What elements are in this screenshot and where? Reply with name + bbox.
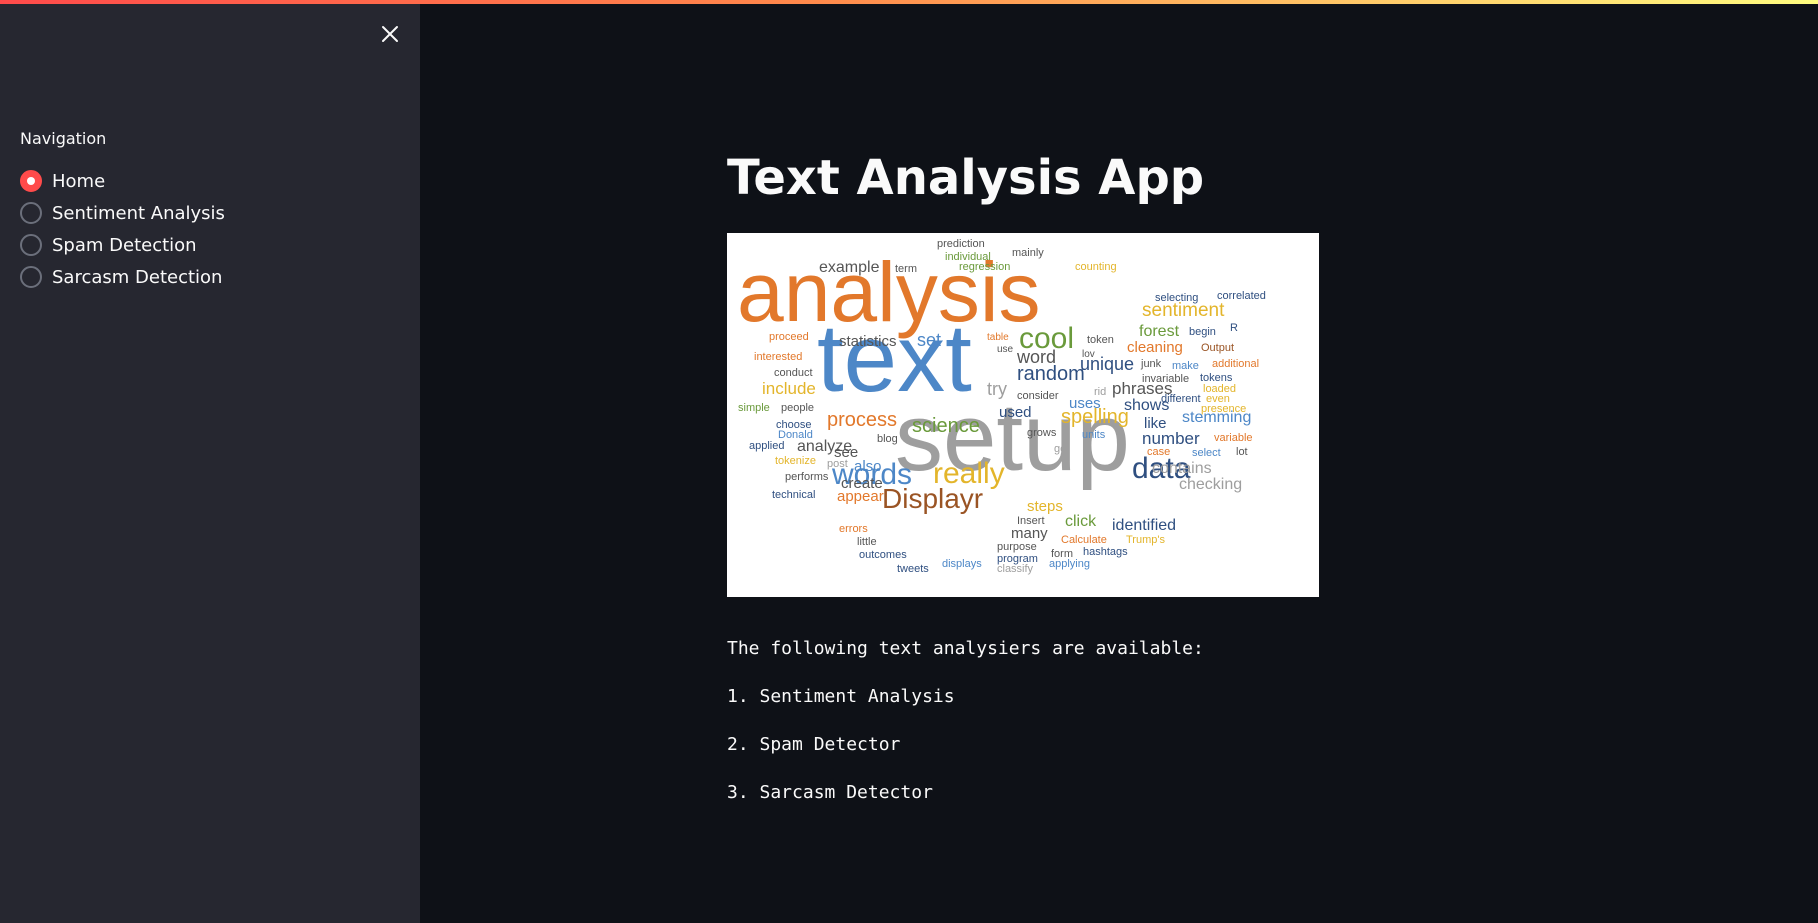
sidebar: Navigation Home Sentiment Analysis Spam … [0,0,420,923]
nav-option-label: Home [52,170,106,192]
word-cloud-word: tweets [897,563,929,575]
word-cloud-word: post [827,458,848,470]
word-cloud-word: tokenize [775,455,816,467]
nav-option-label: Sentiment Analysis [52,202,225,224]
word-cloud-word: different [1161,393,1201,405]
word-cloud-word: hashtags [1083,546,1128,558]
word-cloud-word: forest [1139,323,1180,340]
word-cloud-word: try [987,379,1007,399]
word-cloud-word: consider [1017,390,1059,402]
word-cloud-word: people [781,402,814,414]
word-cloud-word: Displayr [882,483,983,514]
word-cloud-word: select [1192,447,1221,459]
word-cloud-word: case [1147,446,1170,458]
word-cloud-word: Trump's [1126,534,1165,546]
top-decoration-stripe [0,0,1818,4]
word-cloud-word: Calculate [1061,534,1107,546]
word-cloud-word: set [917,330,941,350]
navigation-radio-group: Home Sentiment Analysis Spam Detection S… [20,165,225,293]
list-item-3: 3. Sarcasm Detector [727,782,933,803]
word-cloud-word: appear [837,488,884,505]
word-cloud-word: table [987,332,1009,343]
word-cloud-image: analysis text setup data words really Displayr… [727,233,1319,597]
word-cloud-word: begin [1189,326,1216,338]
word-cloud-word: junk [1140,358,1162,370]
navigation-label: Navigation [20,129,107,148]
word-cloud-word: additional [1212,358,1259,370]
word-cloud-word: interested [754,351,802,363]
word-cloud-word: like [1144,415,1167,432]
nav-option-sentiment-analysis[interactable]: Sentiment Analysis [20,197,225,229]
list-item-2: 2. Spam Detector [727,734,901,755]
nav-option-home[interactable]: Home [20,165,225,197]
word-cloud-word: invariable [1142,373,1189,385]
word-cloud-word: little [857,536,877,548]
word-cloud-word: performs [785,471,829,483]
word-cloud-word: units [1082,429,1106,441]
word-cloud-word: process [827,409,897,431]
radio-checked-icon[interactable] [20,170,42,192]
word-cloud-word: make [1172,360,1199,372]
word-cloud-word: conduct [774,367,813,379]
word-cloud-word: proceed [769,331,809,343]
list-item-1: 1. Sentiment Analysis [727,686,955,707]
word-cloud-word: many [1011,525,1048,542]
word-cloud-word: presence [1201,403,1246,415]
word-cloud-word: used [999,404,1032,421]
word-cloud-word: word [1016,347,1056,367]
word-cloud-word: rid [1094,386,1106,398]
word-cloud-word: example [819,259,880,276]
word-cloud-graphic: analysistextsetup datawords reallyDisplayr… [737,238,1266,575]
close-sidebar-button[interactable] [378,22,402,46]
word-cloud-word: technical [772,489,815,501]
page-title: Text Analysis App [727,150,1205,206]
word-cloud-word: simple [738,402,770,414]
word-cloud-word: form [1051,548,1073,560]
word-cloud-word: mainly [1012,247,1044,259]
word-cloud-word: lot [1236,446,1248,458]
word-cloud-word: program [997,553,1038,565]
word-cloud-word: use [997,344,1014,355]
word-cloud-word: statistics [839,333,897,350]
word-cloud-word: R [1230,322,1238,334]
word-cloud-word: include [762,379,816,398]
word-cloud-word: purpose [997,541,1037,553]
word-cloud-word: correlated [1217,290,1266,302]
word-cloud-word: get [1054,443,1069,455]
word-cloud-word: selecting [1155,292,1198,304]
word-cloud-word: prediction [937,238,985,250]
word-cloud-word: Insert [1017,515,1045,527]
close-icon [382,26,398,42]
nav-option-label: Spam Detection [52,234,197,256]
word-cloud-word: Output [1201,342,1234,354]
word-cloud-word: click [1065,513,1097,530]
word-cloud-word: variable [1214,432,1253,444]
nav-option-sarcasm-detection[interactable]: Sarcasm Detection [20,261,225,293]
word-cloud-word: steps [1027,498,1063,515]
word-cloud-word: token [1087,334,1114,346]
word-cloud-word: science [912,415,980,437]
word-cloud-word: cleaning [1127,339,1183,356]
radio-unchecked-icon[interactable] [20,234,42,256]
word-cloud-word: regression [959,261,1010,273]
intro-text: The following text analysiers are availa… [727,638,1204,659]
word-cloud-word: outcomes [859,549,907,561]
radio-unchecked-icon[interactable] [20,202,42,224]
word-cloud-word: blog [877,433,898,445]
word-cloud-word: checking [1179,476,1242,493]
word-cloud-word: grows [1027,427,1057,439]
word-cloud-word: term [895,263,917,275]
radio-unchecked-icon[interactable] [20,266,42,288]
word-cloud-word: counting [1075,261,1117,273]
word-cloud-word: displays [942,558,982,570]
nav-option-spam-detection[interactable]: Spam Detection [20,229,225,261]
word-cloud-word: lov [1082,349,1095,360]
word-cloud-word: applied [749,440,784,452]
word-cloud-word: errors [839,523,868,535]
nav-option-label: Sarcasm Detection [52,266,223,288]
word-cloud-word: identified [1112,517,1176,534]
word-cloud-word: contains [1152,460,1212,477]
